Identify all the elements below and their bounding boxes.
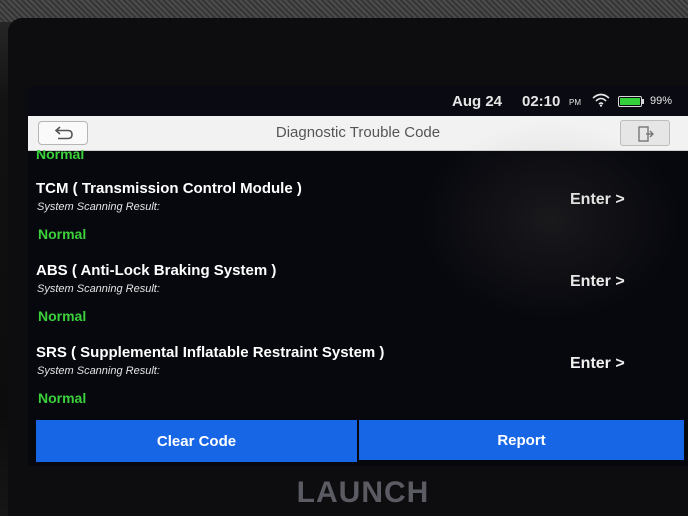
scan-result-label: System Scanning Result: xyxy=(37,201,160,213)
module-item-srs[interactable]: SRS ( Supplemental Inflatable Restraint … xyxy=(28,344,688,414)
page-title: Diagnostic Trouble Code xyxy=(275,124,441,141)
wifi-icon xyxy=(592,93,610,107)
scan-result-label: System Scanning Result: xyxy=(37,365,160,377)
module-list[interactable]: Normal TCM ( Transmission Control Module… xyxy=(28,150,688,414)
module-title: SRS ( Supplemental Inflatable Restraint … xyxy=(36,344,385,361)
report-button[interactable]: Report xyxy=(359,420,684,460)
enter-button-srs[interactable]: Enter > xyxy=(570,355,625,373)
scan-result-status: Normal xyxy=(38,390,87,406)
device-screen: Aug 24 02:10 PM 99% Diagnostic Trouble C… xyxy=(28,86,688,466)
scan-result-status: Normal xyxy=(38,226,87,242)
clear-code-button[interactable]: Clear Code xyxy=(36,420,357,462)
battery-level-fill xyxy=(620,98,640,105)
battery-percent: 99% xyxy=(650,95,673,107)
title-bar: Diagnostic Trouble Code xyxy=(28,116,688,151)
back-arrow-icon xyxy=(54,126,73,140)
previous-module-status: Normal xyxy=(36,150,85,162)
enter-button-tcm[interactable]: Enter > xyxy=(570,191,625,209)
module-title: ABS ( Anti-Lock Braking System ) xyxy=(36,262,277,279)
status-date: Aug 24 xyxy=(452,93,503,110)
enter-button-abs[interactable]: Enter > xyxy=(570,273,625,291)
status-bar: Aug 24 02:10 PM 99% xyxy=(28,86,688,116)
action-bar: Clear Code Report xyxy=(36,420,684,462)
scan-result-status: Normal xyxy=(38,308,87,324)
battery-icon xyxy=(618,96,642,107)
module-item-abs[interactable]: ABS ( Anti-Lock Braking System ) System … xyxy=(28,262,688,342)
brand-logo: LAUNCH xyxy=(296,476,430,509)
module-item-tcm[interactable]: TCM ( Transmission Control Module ) Syst… xyxy=(28,180,688,260)
exit-button[interactable] xyxy=(620,120,670,146)
scan-result-label: System Scanning Result: xyxy=(37,283,160,295)
module-title: TCM ( Transmission Control Module ) xyxy=(36,180,302,197)
back-button[interactable] xyxy=(38,121,88,145)
status-ampm: PM xyxy=(569,98,581,107)
exit-icon xyxy=(638,126,654,142)
battery-nub xyxy=(642,99,644,104)
status-time: 02:10 xyxy=(522,93,561,110)
